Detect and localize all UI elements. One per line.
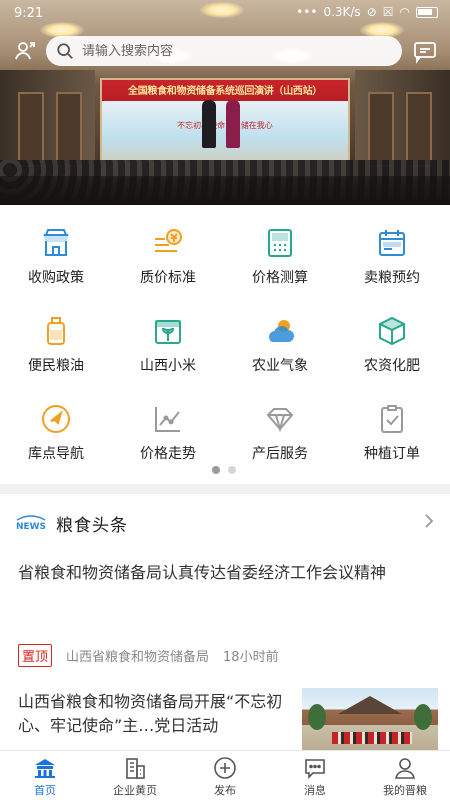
box-icon (377, 316, 407, 346)
user-icon (395, 758, 415, 779)
grid-item-planting-order[interactable]: 种植订单 (336, 391, 448, 471)
tab-label: 我的晋粮 (383, 784, 427, 797)
grid-item-agri-weather[interactable]: 农业气象 (224, 303, 336, 383)
grid-item-price-calc[interactable]: 价格测算 (224, 215, 336, 295)
thumb-crowd (332, 732, 412, 744)
status-icons: ••• 0.3K/s ⊘ ☒ ◠ (296, 5, 438, 19)
grid-item-sell-booking[interactable]: 卖粮预约 (336, 215, 448, 295)
diamond-icon (266, 408, 294, 433)
plus-circle-icon (214, 757, 236, 779)
speaker-figure (226, 100, 240, 148)
network-speed: 0.3K/s (323, 5, 361, 19)
bottom-tab-bar: 首页 企业黄页 发布 消息 我的晋粮 (0, 750, 450, 800)
news-header[interactable]: NEWS 粮食头条 (0, 500, 450, 544)
grid-item-shanxi-millet[interactable]: 山西小米 (112, 303, 224, 383)
chat-icon (305, 759, 325, 779)
signal-dots-icon: ••• (296, 5, 318, 19)
message-icon (414, 42, 436, 64)
thumb-tree (308, 704, 326, 730)
weather-icon (269, 320, 294, 342)
grid-item-label: 便民粮油 (28, 358, 84, 374)
grid-item-label: 农资化肥 (364, 358, 420, 374)
scan-button[interactable] (12, 38, 38, 64)
tab-business-directory[interactable]: 企业黄页 (90, 751, 180, 800)
grid-item-label: 收购政策 (28, 270, 84, 286)
banner-door (56, 92, 82, 167)
search-bar[interactable] (46, 36, 402, 66)
home-icon (35, 759, 55, 778)
grid-item-label: 价格走势 (140, 446, 196, 462)
speaker-figure (202, 100, 216, 148)
grid-item-label: 产后服务 (252, 446, 308, 462)
grid-item-depot-nav[interactable]: 库点导航 (0, 391, 112, 471)
millet-icon (155, 320, 181, 344)
tab-label: 首页 (34, 784, 56, 797)
hero-banner[interactable]: 全国粮食和物资储备系统巡回演讲（山西站） 不忘初心使命 · 粮储在我心 (0, 0, 450, 205)
status-bar: 9:21 ••• 0.3K/s ⊘ ☒ ◠ (0, 0, 450, 28)
banner-door (368, 92, 394, 167)
grid-item-label: 库点导航 (28, 446, 84, 462)
search-input[interactable] (82, 43, 382, 59)
sim-icon: ☒ (382, 5, 394, 19)
grid-item-label: 种植订单 (364, 446, 420, 462)
scan-icon (15, 42, 35, 60)
tab-label: 企业黄页 (113, 784, 157, 797)
banner-subline: 不忘初心使命 · 粮储在我心 (177, 121, 273, 130)
calculator-icon (268, 229, 292, 257)
grid-item-label: 价格测算 (252, 270, 308, 286)
tab-profile[interactable]: 我的晋粮 (360, 751, 450, 800)
news-badge-icon: NEWS (16, 515, 46, 532)
pinned-badge: 置顶 (18, 643, 53, 667)
alarm-off-icon: ⊘ (366, 5, 377, 19)
news-article-title[interactable]: 山西省粮食和物资储备局开展“不忘初心、牢记使命”主…党日活动 (18, 690, 290, 738)
grid-item-label: 卖粮预约 (364, 270, 420, 286)
grid-item-grain-oil[interactable]: 便民粮油 (0, 303, 112, 383)
status-time: 9:21 (14, 6, 44, 21)
grid-item-label: 山西小米 (140, 358, 196, 374)
grid-item-fertilizer[interactable]: 农资化肥 (336, 303, 448, 383)
grid-item-purchase-policy[interactable]: 收购政策 (0, 215, 112, 295)
message-button[interactable] (412, 38, 438, 64)
news-thumbnail[interactable] (302, 688, 438, 750)
wifi-icon: ◠ (399, 5, 410, 19)
tab-label: 发布 (214, 784, 236, 797)
thumb-tree (414, 704, 432, 730)
battery-icon (416, 6, 438, 18)
thumb-building (338, 696, 402, 714)
building-icon (126, 758, 145, 779)
news-section-title: 粮食头条 (56, 516, 128, 536)
news-source: 山西省粮食和物资储备局 (66, 649, 210, 665)
tab-publish[interactable]: 发布 (180, 751, 270, 800)
tab-messages[interactable]: 消息 (270, 751, 360, 800)
tab-home[interactable]: 首页 (0, 751, 90, 800)
page-dot-active[interactable] (212, 466, 220, 474)
grid-item-post-harvest[interactable]: 产后服务 (224, 391, 336, 471)
banner-headline: 全国粮食和物资储备系统巡回演讲（山西站） (128, 86, 322, 97)
oil-bottle-icon (47, 317, 65, 345)
banner-door (18, 92, 44, 167)
clipboard-check-icon (381, 405, 403, 433)
navigation-icon (42, 405, 70, 433)
grid-item-label: 质价标准 (140, 270, 196, 286)
tab-label: 消息 (304, 784, 326, 797)
feature-grid: 收购政策 质价标准 价格测算 卖粮预约 便民粮油 山西小米 农业气象 农资化肥 … (0, 215, 450, 475)
news-badge-text: NEWS (16, 522, 46, 532)
grid-item-price-trend[interactable]: 价格走势 (112, 391, 224, 471)
grid-item-label: 农业气象 (252, 358, 308, 374)
shop-icon (42, 229, 70, 256)
page-dot[interactable] (228, 466, 236, 474)
yuan-scale-icon (155, 229, 182, 252)
page-indicator (212, 466, 236, 474)
banner-door (406, 92, 432, 167)
news-article-meta: 置顶 山西省粮食和物资储备局 18小时前 (18, 642, 438, 668)
chevron-right-icon[interactable] (424, 512, 434, 530)
trend-chart-icon (155, 407, 180, 432)
section-divider (0, 484, 450, 494)
news-article-title[interactable]: 省粮食和物资储备局认真传达省委经济工作会议精神 (18, 558, 438, 587)
search-icon (57, 43, 73, 59)
grid-item-quality-price[interactable]: 质价标准 (112, 215, 224, 295)
news-time: 18小时前 (223, 649, 279, 665)
banner-audience-shade (0, 176, 450, 205)
calendar-icon (379, 230, 405, 256)
